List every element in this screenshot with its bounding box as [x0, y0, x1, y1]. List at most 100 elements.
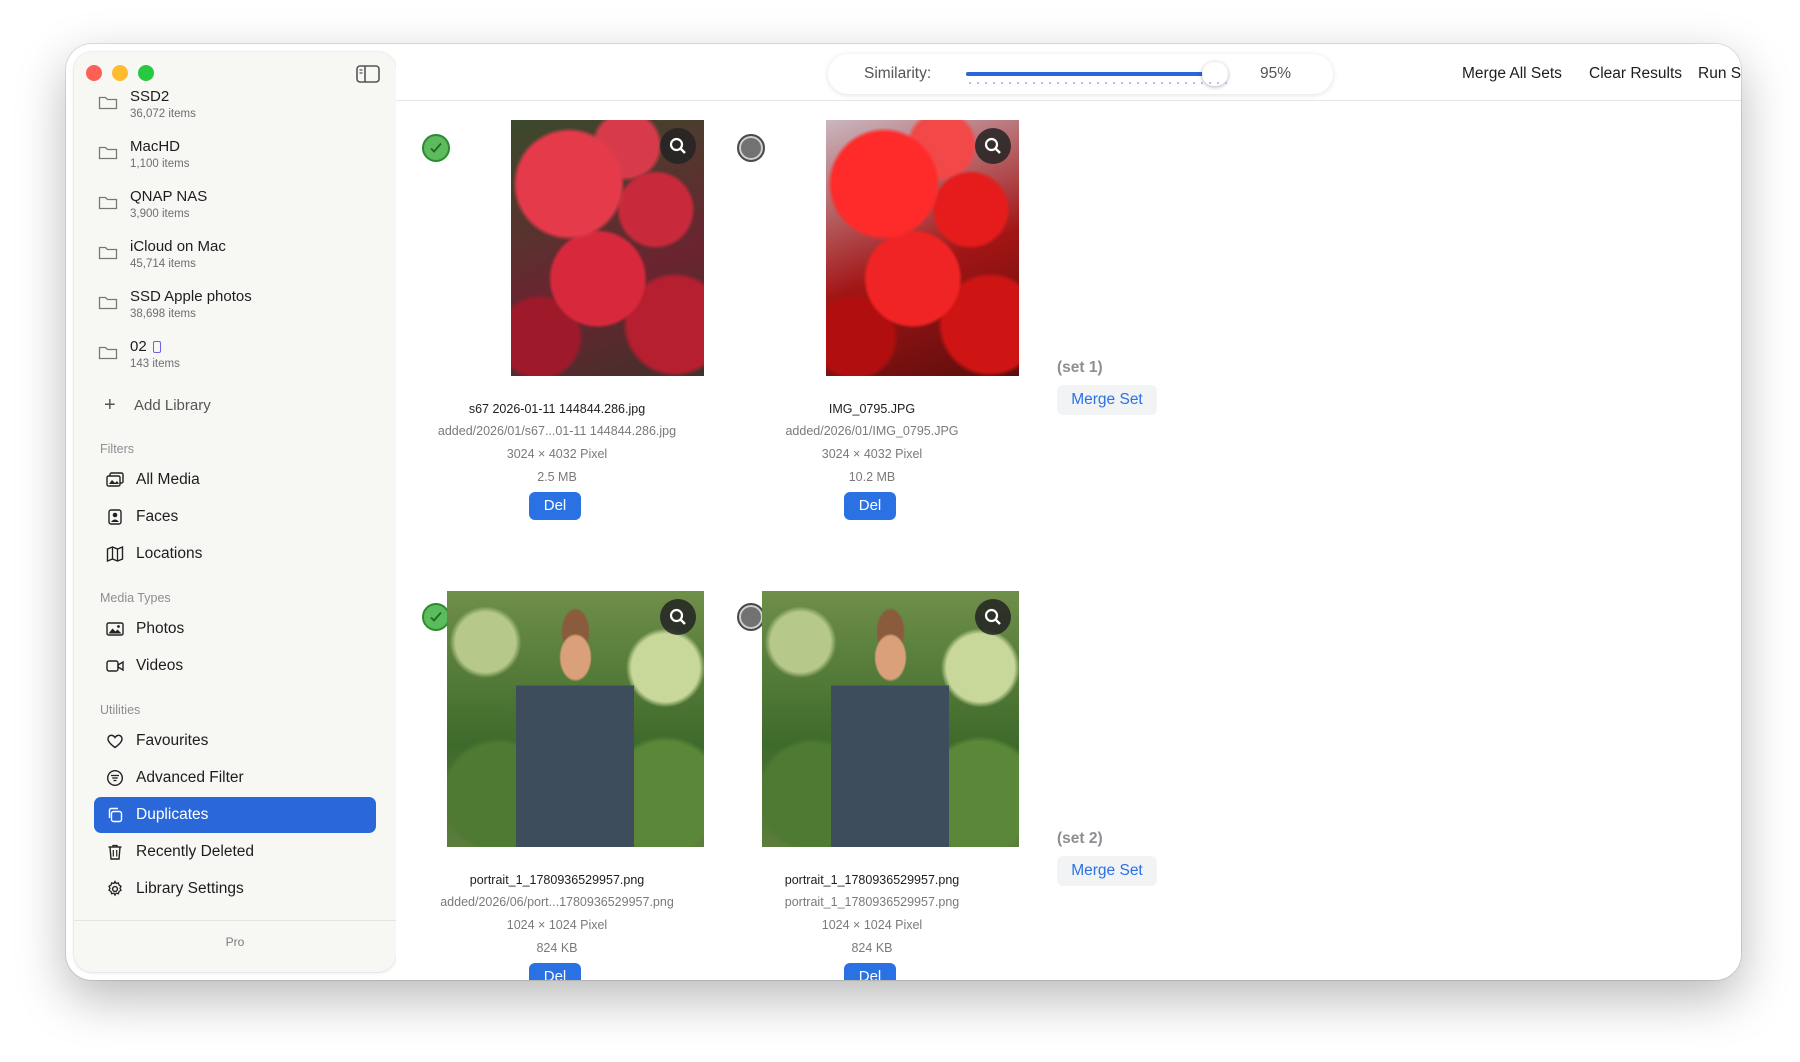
- delete-button[interactable]: Del: [529, 492, 581, 520]
- minimize-window-button[interactable]: [112, 65, 128, 81]
- library-name: 02: [130, 338, 161, 355]
- zoom-icon[interactable]: [975, 128, 1011, 164]
- zoom-icon[interactable]: [660, 599, 696, 635]
- file-name: portrait_1_1780936529957.png: [469, 873, 645, 887]
- heart-icon: [107, 734, 123, 749]
- nav-label: Library Settings: [136, 880, 244, 897]
- map-icon: [106, 545, 124, 563]
- library-item-qnap-nas[interactable]: QNAP NAS 3,900 items: [98, 188, 388, 236]
- duplicate-card: portrait_1_1780936529957.png added/2026/…: [422, 591, 704, 980]
- folder-icon: [98, 196, 118, 210]
- file-path: added/2026/01/s67...01-11 144844.286.jpg: [437, 424, 677, 438]
- nav-recently-deleted[interactable]: Recently Deleted: [94, 834, 376, 870]
- library-count: 36,072 items: [130, 108, 196, 120]
- file-name: portrait_1_1780936529957.png: [784, 873, 960, 887]
- photo-icon: [106, 622, 124, 636]
- file-size: 824 KB: [851, 941, 893, 955]
- file-name: IMG_0795.JPG: [828, 402, 916, 416]
- folder-icon: [98, 96, 118, 110]
- filter-icon: [106, 769, 124, 787]
- duplicates-results: s67 2026-01-11 144844.286.jpg added/2026…: [396, 101, 1741, 980]
- selected-checkbox[interactable]: [422, 603, 450, 631]
- library-item-02[interactable]: 02 143 items: [98, 338, 388, 386]
- nav-faces[interactable]: Faces: [94, 499, 376, 535]
- similarity-label: Similarity:: [864, 65, 932, 82]
- duplicate-card: portrait_1_1780936529957.png portrait_1_…: [737, 591, 1019, 980]
- nav-duplicates[interactable]: Duplicates: [94, 797, 376, 833]
- toolbar-actions: Merge All Sets Clear Results Run Scan: [1452, 54, 1741, 94]
- duplicate-card: IMG_0795.JPG added/2026/01/IMG_0795.JPG …: [737, 120, 1019, 540]
- library-item-ssd-apple-photos[interactable]: SSD Apple photos 38,698 items: [98, 288, 388, 336]
- library-item-machd[interactable]: MacHD 1,100 items: [98, 138, 388, 186]
- utilities-header: Utilities: [100, 703, 141, 717]
- nav-label: Recently Deleted: [136, 843, 255, 860]
- zoom-window-button[interactable]: [138, 65, 154, 81]
- sidebar: SSD2 36,072 items MacHD 1,100 items QNAP…: [74, 52, 396, 972]
- similarity-slider-fill: [966, 72, 1215, 76]
- nav-all-media[interactable]: All Media: [94, 462, 376, 498]
- folder-icon: [98, 246, 118, 260]
- set-label: (set 1): [1057, 359, 1103, 376]
- library-count: 45,714 items: [130, 258, 196, 270]
- file-size: 2.5 MB: [537, 470, 577, 484]
- nav-locations[interactable]: Locations: [94, 536, 376, 572]
- selected-checkbox[interactable]: [422, 134, 450, 162]
- duplicate-card: s67 2026-01-11 144844.286.jpg added/2026…: [422, 120, 704, 540]
- library-count: 143 items: [130, 358, 180, 370]
- nav-favourites[interactable]: Favourites: [94, 723, 376, 759]
- library-name: QNAP NAS: [130, 188, 208, 205]
- run-scan-button[interactable]: Run Scan: [1698, 65, 1741, 83]
- photo-thumbnail[interactable]: [762, 591, 1019, 847]
- close-window-button[interactable]: [86, 65, 102, 81]
- file-path: added/2026/01/IMG_0795.JPG: [785, 424, 959, 438]
- unselected-checkbox[interactable]: [737, 134, 765, 162]
- add-library-button[interactable]: + Add Library: [98, 394, 358, 420]
- photo-thumbnail[interactable]: [511, 120, 704, 376]
- file-dimensions: 3024 × 4032 Pixel: [821, 447, 923, 461]
- delete-button[interactable]: Del: [529, 963, 581, 980]
- merge-all-sets-button[interactable]: Merge All Sets: [1462, 65, 1562, 83]
- video-icon: [106, 660, 124, 672]
- nav-label: Duplicates: [136, 806, 209, 823]
- library-count: 1,100 items: [130, 158, 190, 170]
- toolbar: Similarity: 95% Merge All Sets Clear Res…: [396, 44, 1741, 101]
- plan-label: Pro: [225, 935, 245, 949]
- library-name: iCloud on Mac: [130, 238, 226, 255]
- library-item-icloud[interactable]: iCloud on Mac 45,714 items: [98, 238, 388, 286]
- nav-videos[interactable]: Videos: [94, 648, 376, 684]
- delete-button[interactable]: Del: [844, 963, 896, 980]
- zoom-icon[interactable]: [975, 599, 1011, 635]
- set-label: (set 2): [1057, 830, 1103, 847]
- faces-icon: [108, 509, 122, 525]
- clear-results-button[interactable]: Clear Results: [1589, 65, 1682, 83]
- zoom-icon[interactable]: [660, 128, 696, 164]
- unselected-checkbox[interactable]: [737, 603, 765, 631]
- nav-library-settings[interactable]: Library Settings: [94, 871, 376, 907]
- library-count: 38,698 items: [130, 308, 196, 320]
- folder-icon: [98, 146, 118, 160]
- gear-icon: [108, 880, 122, 897]
- library-name: SSD Apple photos: [130, 288, 252, 305]
- filters-header: Filters: [100, 442, 135, 456]
- nav-label: All Media: [136, 471, 200, 488]
- delete-button[interactable]: Del: [844, 492, 896, 520]
- similarity-slider-ticks: [966, 82, 1228, 84]
- add-library-label: Add Library: [134, 397, 211, 414]
- nav-label: Videos: [136, 657, 184, 674]
- photo-thumbnail[interactable]: [826, 120, 1019, 376]
- merge-set-button[interactable]: Merge Set: [1057, 856, 1157, 886]
- library-count: 3,900 items: [130, 208, 190, 220]
- similarity-control: Similarity: 95%: [828, 54, 1333, 94]
- similarity-slider[interactable]: [966, 62, 1228, 86]
- library-item-ssd2[interactable]: SSD2 36,072 items: [98, 88, 388, 136]
- nav-advanced-filter[interactable]: Advanced Filter: [94, 760, 376, 796]
- similarity-value: 95%: [1260, 65, 1292, 82]
- merge-set-button[interactable]: Merge Set: [1057, 385, 1157, 415]
- file-size: 10.2 MB: [848, 470, 896, 484]
- library-name: MacHD: [130, 138, 181, 155]
- all-media-icon: [106, 472, 124, 487]
- folder-icon: [98, 296, 118, 310]
- photo-thumbnail[interactable]: [447, 591, 704, 847]
- sidebar-toggle-icon[interactable]: [356, 64, 380, 84]
- nav-photos[interactable]: Photos: [94, 611, 376, 647]
